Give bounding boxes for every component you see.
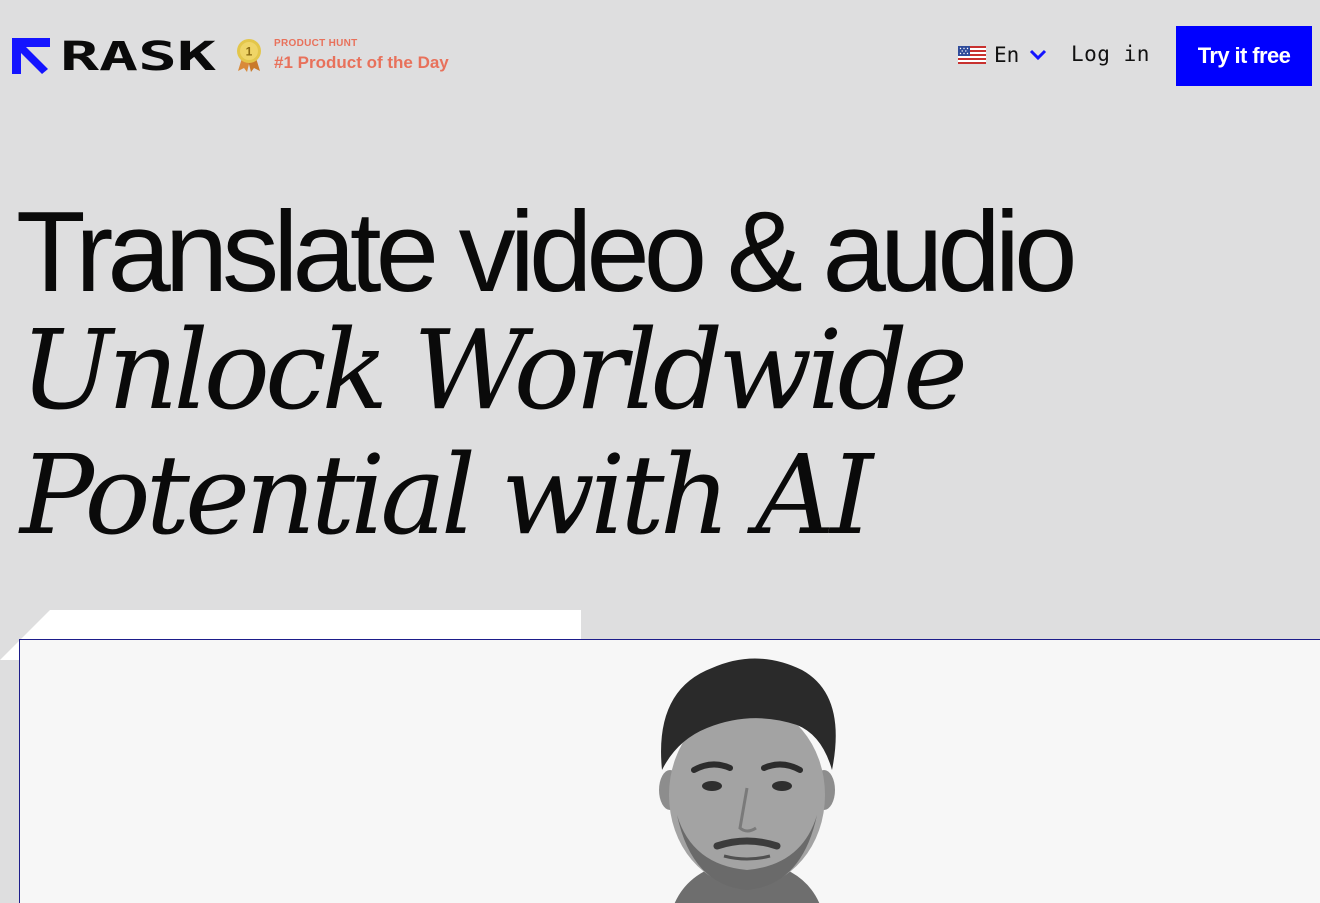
hero-subheadline-line-2: Potential with AI xyxy=(20,431,873,559)
product-hunt-title: #1 Product of the Day xyxy=(274,53,449,72)
medal-icon: 1 xyxy=(237,39,261,72)
login-link[interactable]: Log in xyxy=(1071,42,1150,66)
hero-subheadline-line-1: Unlock Worldwide xyxy=(20,306,968,434)
try-it-free-button[interactable]: Try it free xyxy=(1176,26,1312,86)
product-hunt-badge[interactable]: 1 PRODUCT HUNT #1 Product of the Day xyxy=(234,38,449,72)
language-selector[interactable]: En xyxy=(958,43,1047,67)
rask-logo-mark-icon xyxy=(12,38,50,74)
product-hunt-kicker: PRODUCT HUNT xyxy=(274,38,358,49)
svg-text:RASK: RASK xyxy=(60,39,216,73)
video-preview-card[interactable] xyxy=(19,639,1320,903)
svg-text:1: 1 xyxy=(246,45,253,59)
hero-headline: Translate video & audio xyxy=(16,189,1077,316)
presenter-portrait-image xyxy=(659,658,836,903)
chevron-down-icon xyxy=(1030,49,1047,61)
rask-logo[interactable]: RASK xyxy=(12,38,216,74)
language-code: En xyxy=(994,43,1020,67)
us-flag-icon xyxy=(958,46,986,64)
rask-wordmark: RASK xyxy=(60,39,216,73)
product-hunt-text: PRODUCT HUNT #1 Product of the Day xyxy=(274,38,449,72)
page: RASK 1 PRODUCT HUNT #1 Product of the Da… xyxy=(0,0,1320,903)
